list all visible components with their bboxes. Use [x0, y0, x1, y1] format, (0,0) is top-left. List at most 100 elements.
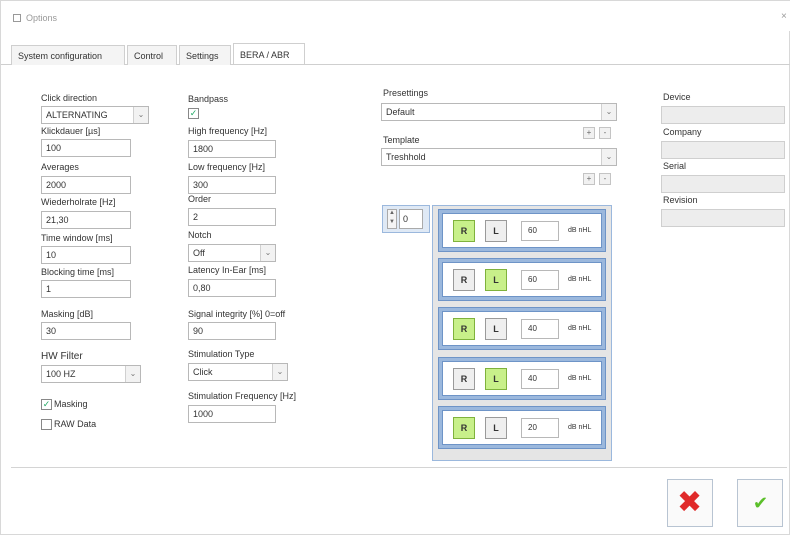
left-ear-button[interactable]: L [485, 220, 507, 242]
low-frequency-label: Low frequency [Hz] [188, 162, 266, 172]
template-remove-button[interactable]: - [599, 173, 611, 185]
presettings-select[interactable]: Default ⌄ [381, 103, 617, 121]
stimulus-row: R L 60 dB nHL [438, 258, 606, 301]
template-label: Template [383, 135, 420, 145]
tab-control[interactable]: Control [127, 45, 177, 65]
stimulus-row-inner: R L 20 dB nHL [442, 410, 602, 445]
spin-up-icon[interactable]: ▲ [389, 210, 395, 216]
stimulus-row-inner: R L 60 dB nHL [442, 262, 602, 297]
blocking-time-input[interactable]: 1 [41, 280, 131, 298]
stimulation-type-label: Stimulation Type [188, 349, 255, 359]
hw-filter-value: 100 HZ [46, 369, 76, 379]
time-window-input[interactable]: 10 [41, 246, 131, 264]
revision-field [661, 209, 785, 227]
blocking-time-label: Blocking time [ms] [41, 267, 115, 277]
db-level-input[interactable]: 40 [521, 319, 559, 339]
hw-filter-select[interactable]: 100 HZ ⌄ [41, 365, 141, 383]
right-ear-button[interactable]: R [453, 318, 475, 340]
order-input[interactable]: 2 [188, 208, 276, 226]
tab-bera-abr[interactable]: BERA / ABR [233, 43, 305, 64]
tab-system-configuration[interactable]: System configuration [11, 45, 125, 65]
stimulus-row-inner: R L 40 dB nHL [442, 311, 602, 346]
cancel-button[interactable]: ✖ [667, 479, 713, 527]
stimulation-type-value: Click [193, 367, 213, 377]
stimulation-type-select[interactable]: Click ⌄ [188, 363, 288, 381]
click-direction-label: Click direction [41, 93, 98, 103]
click-direction-value: ALTERNATING [46, 110, 108, 120]
high-frequency-label: High frequency [Hz] [188, 126, 268, 136]
company-field [661, 141, 785, 159]
stimulation-frequency-input[interactable]: 1000 [188, 405, 276, 423]
check-icon: ✔ [753, 493, 769, 513]
footer-divider [11, 467, 787, 468]
window-title: Options [26, 13, 58, 23]
template-add-button[interactable]: + [583, 173, 595, 185]
notch-select[interactable]: Off ⌄ [188, 244, 276, 262]
latency-label: Latency In-Ear [ms] [188, 265, 267, 275]
presettings-value: Default [386, 107, 415, 117]
presettings-remove-button[interactable]: - [599, 127, 611, 139]
db-level-input[interactable]: 20 [521, 418, 559, 438]
masking-db-input[interactable]: 30 [41, 322, 131, 340]
bandpass-checkbox[interactable]: ✓ [188, 108, 199, 119]
left-ear-button[interactable]: L [485, 269, 507, 291]
ok-button[interactable]: ✔ [737, 479, 783, 527]
presettings-label: Presettings [383, 88, 429, 98]
chevron-down-icon: ⌄ [601, 149, 616, 165]
spin-down-icon[interactable]: ▼ [389, 219, 395, 225]
notch-label: Notch [188, 230, 212, 240]
counter-spinner[interactable]: ▲ ▼ [387, 209, 397, 229]
masking-db-label: Masking [dB] [41, 309, 94, 319]
high-frequency-input[interactable]: 1800 [188, 140, 276, 158]
tab-bar: System configuration Control Settings BE… [1, 43, 790, 65]
time-window-label: Time window [ms] [41, 233, 113, 243]
right-ear-button[interactable]: R [453, 269, 475, 291]
click-direction-select[interactable]: ALTERNATING ⌄ [41, 106, 149, 124]
counter-box: ▲ ▼ 0 [382, 205, 430, 233]
db-level-input[interactable]: 60 [521, 270, 559, 290]
stimulus-row-inner: R L 40 dB nHL [442, 361, 602, 396]
low-frequency-input[interactable]: 300 [188, 176, 276, 194]
db-level-input[interactable]: 40 [521, 369, 559, 389]
left-ear-button[interactable]: L [485, 368, 507, 390]
stimulus-row: R L 40 dB nHL [438, 357, 606, 400]
revision-label: Revision [663, 195, 698, 205]
right-ear-button[interactable]: R [453, 220, 475, 242]
app-icon [13, 14, 21, 22]
averages-input[interactable]: 2000 [41, 176, 131, 194]
signal-integrity-input[interactable]: 90 [188, 322, 276, 340]
notch-value: Off [193, 248, 205, 258]
hw-filter-label: HW Filter [41, 351, 83, 362]
db-unit-label: dB nHL [568, 276, 592, 283]
averages-label: Averages [41, 162, 79, 172]
left-ear-button[interactable]: L [485, 417, 507, 439]
options-window: Options × System configuration Control S… [0, 0, 790, 535]
left-ear-button[interactable]: L [485, 318, 507, 340]
masking-checkbox[interactable]: ✓ [41, 399, 52, 410]
db-level-input[interactable]: 60 [521, 221, 559, 241]
db-unit-label: dB nHL [568, 325, 592, 332]
right-ear-button[interactable]: R [453, 368, 475, 390]
chevron-down-icon: ⌄ [601, 104, 616, 120]
stimulus-row-inner: R L 60 dB nHL [442, 213, 602, 248]
template-select[interactable]: Treshhold ⌄ [381, 148, 617, 166]
chevron-down-icon: ⌄ [272, 364, 287, 380]
right-ear-button[interactable]: R [453, 417, 475, 439]
raw-data-checkbox[interactable] [41, 419, 52, 430]
device-label: Device [663, 92, 691, 102]
chevron-down-icon: ⌄ [260, 245, 275, 261]
stimulus-row: R L 20 dB nHL [438, 406, 606, 449]
close-window-button[interactable]: × [781, 11, 787, 22]
raw-data-checkbox-label: RAW Data [54, 419, 97, 429]
presettings-add-button[interactable]: + [583, 127, 595, 139]
klickdauer-input[interactable]: 100 [41, 139, 131, 157]
chevron-down-icon: ⌄ [133, 107, 148, 123]
signal-integrity-label: Signal integrity [%] 0=off [188, 309, 286, 319]
title-bar: Options × [1, 1, 790, 31]
tab-settings[interactable]: Settings [179, 45, 231, 65]
template-value: Treshhold [386, 152, 426, 162]
db-unit-label: dB nHL [568, 424, 592, 431]
wiederholrate-input[interactable]: 21,30 [41, 211, 131, 229]
counter-input[interactable]: 0 [399, 209, 423, 229]
latency-input[interactable]: 0,80 [188, 279, 276, 297]
